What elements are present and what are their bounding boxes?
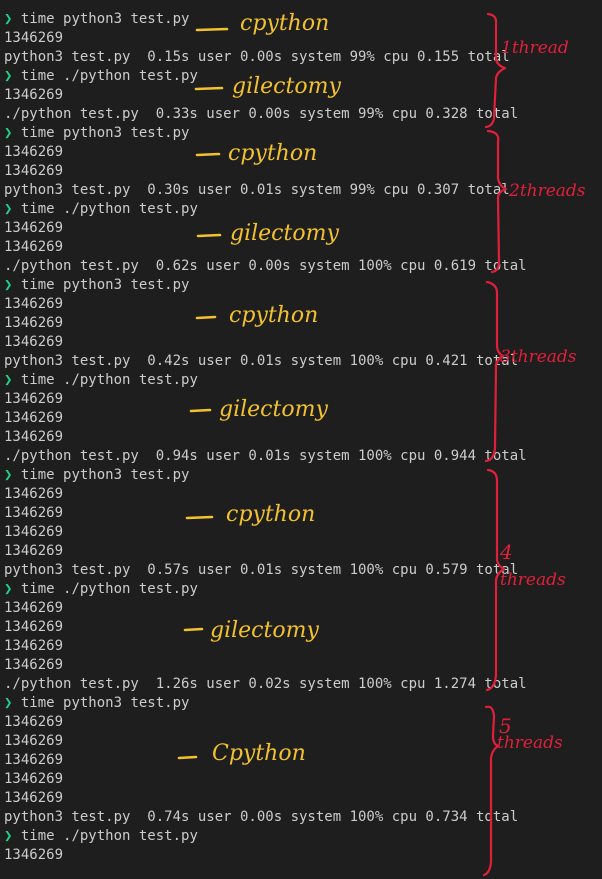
prompt-line: ❯ time ./python test.py [4,200,602,219]
timing-line: ./python test.py 0.94s user 0.01s system… [4,448,527,464]
output-line: 1346269 [4,334,64,350]
prompt-line: ❯ time python3 test.py [4,124,602,143]
prompt-arrow-icon: ❯ [4,201,13,217]
prompt-line: ❯ time ./python test.py [4,827,602,846]
timing-line: python3 test.py 0.57s user 0.01s system … [4,562,519,578]
command-text: time python3 test.py [20,695,190,711]
timing-line: ./python test.py 1.26s user 0.02s system… [4,676,527,692]
prompt-arrow-icon: ❯ [4,467,13,483]
prompt-arrow-icon: ❯ [4,372,13,388]
output-line: 1346269 [4,638,64,654]
command-text: time python3 test.py [20,125,190,141]
output-line: 1346269 [4,220,64,236]
timing-line: ./python test.py 0.33s user 0.00s system… [4,106,519,122]
output-line: 1346269 [4,315,64,331]
command-text: time ./python test.py [20,581,198,597]
prompt-line: ❯ time python3 test.py [4,694,602,713]
timing-line: python3 test.py 0.30s user 0.01s system … [4,182,510,198]
output-line: 1346269 [4,505,64,521]
prompt-line: ❯ time ./python test.py [4,371,602,390]
terminal-output[interactable]: ❯ time python3 test.py 1346269 python3 tes… [4,10,602,865]
output-line: 1346269 [4,752,64,768]
output-line: 1346269 [4,486,64,502]
prompt-arrow-icon: ❯ [4,581,13,597]
output-line: 1346269 [4,771,64,787]
command-text: time ./python test.py [20,68,198,84]
prompt-arrow-icon: ❯ [4,11,13,27]
prompt-arrow-icon: ❯ [4,828,13,844]
output-line: 1346269 [4,144,64,160]
output-line: 1346269 [4,391,64,407]
prompt-arrow-icon: ❯ [4,68,13,84]
prompt-line: ❯ time ./python test.py [4,580,602,599]
output-line: 1346269 [4,429,64,445]
output-line: 1346269 [4,714,64,730]
command-text: time ./python test.py [20,828,198,844]
output-line: 1346269 [4,239,64,255]
output-line: 1346269 [4,600,64,616]
output-line: 1346269 [4,296,64,312]
timing-line: python3 test.py 0.15s user 0.00s system … [4,49,510,65]
output-line: 1346269 [4,733,64,749]
prompt-line: ❯ time python3 test.py [4,10,602,29]
prompt-arrow-icon: ❯ [4,277,13,293]
timing-line: python3 test.py 0.42s user 0.01s system … [4,353,519,369]
output-line: 1346269 [4,619,64,635]
output-line: 1346269 [4,790,64,806]
output-line: 1346269 [4,847,64,863]
output-line: 1346269 [4,410,64,426]
command-text: time python3 test.py [20,467,190,483]
prompt-line: ❯ time python3 test.py [4,466,602,485]
prompt-arrow-icon: ❯ [4,125,13,141]
command-text: time python3 test.py [20,11,190,27]
prompt-line: ❯ time python3 test.py [4,276,602,295]
output-line: 1346269 [4,524,64,540]
output-line: 1346269 [4,657,64,673]
output-line: 1346269 [4,543,64,559]
prompt-line: ❯ time ./python test.py [4,67,602,86]
output-line: 1346269 [4,30,64,46]
output-line: 1346269 [4,87,64,103]
timing-line: ./python test.py 0.62s user 0.00s system… [4,258,527,274]
timing-line: python3 test.py 0.74s user 0.00s system … [4,809,519,825]
command-text: time ./python test.py [20,201,198,217]
prompt-arrow-icon: ❯ [4,695,13,711]
command-text: time ./python test.py [20,372,198,388]
output-line: 1346269 [4,163,64,179]
command-text: time python3 test.py [20,277,190,293]
